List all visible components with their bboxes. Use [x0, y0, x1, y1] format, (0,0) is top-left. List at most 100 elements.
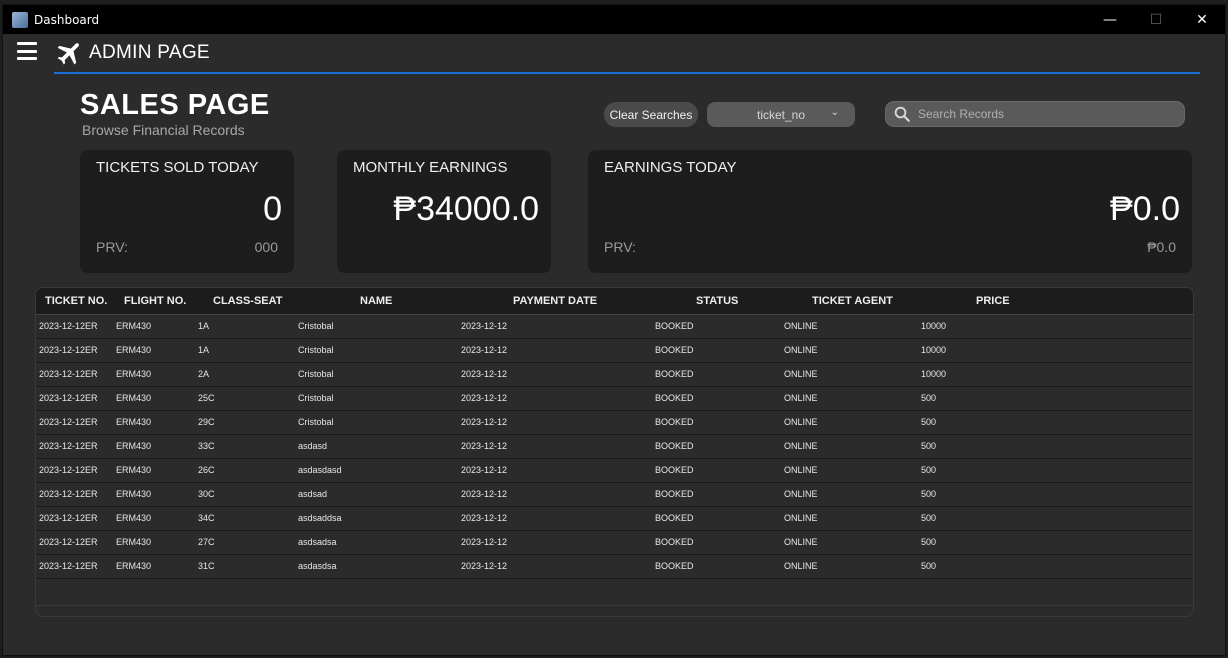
search-filter-select[interactable]: ticket_no ⌄ — [707, 102, 855, 127]
cell-class-seat: 27C — [198, 537, 215, 547]
search-box[interactable] — [885, 101, 1185, 127]
cell-class-seat: 31C — [198, 561, 215, 571]
tickets-sold-card: TICKETS SOLD TODAY 0 PRV: 000 — [80, 150, 294, 273]
column-header-class-seat[interactable]: CLASS-SEAT — [213, 295, 282, 307]
cell-flight-no: ERM430 — [116, 513, 152, 523]
column-header-name[interactable]: NAME — [360, 295, 392, 307]
cell-payment-date: 2023-12-12 — [461, 417, 508, 427]
earnings-today-card: EARNINGS TODAY ₱0.0 PRV: ₱0.0 — [588, 150, 1192, 273]
table-row[interactable]: 2023-12-12ER ERM430 25C Cristobal 2023-12-12… — [36, 387, 1193, 411]
cell-price: 500 — [921, 441, 937, 451]
table-row[interactable]: 2023-12-12ER ERM430 33C asdasd 2023-12-12 BOO… — [36, 435, 1193, 459]
cell-payment-date: 2023-12-12 — [461, 489, 508, 499]
cell-ticket-no: 2023-12-12ER — [39, 513, 98, 523]
cell-status: BOOKED — [655, 441, 694, 451]
table-row[interactable]: 2023-12-12ER ERM430 29C Cristobal 2023-12-12… — [36, 411, 1193, 435]
cell-ticket-no: 2023-12-12ER — [39, 489, 98, 499]
card-prv-label: PRV: — [96, 239, 128, 255]
table-row[interactable]: 2023-12-12ER ERM430 30C asdsad 2023-12-12 BOO… — [36, 483, 1193, 507]
cell-price: 500 — [921, 465, 937, 475]
cell-name: asdasd — [298, 441, 328, 451]
cell-flight-no: ERM430 — [116, 441, 152, 451]
search-icon — [894, 106, 910, 122]
clear-searches-button[interactable]: Clear Searches — [604, 102, 698, 127]
cell-ticket-agent: ONLINE — [784, 321, 818, 331]
cell-name: asdsaddsa — [298, 513, 342, 523]
cell-name: Cristobal — [298, 417, 334, 427]
cell-payment-date: 2023-12-12 — [461, 561, 508, 571]
cell-ticket-agent: ONLINE — [784, 513, 818, 523]
card-title: MONTHLY EARNINGS — [353, 159, 508, 176]
cell-class-seat: 26C — [198, 465, 215, 475]
card-prv-value: ₱0.0 — [1147, 239, 1176, 255]
page-subtitle: Browse Financial Records — [82, 122, 245, 138]
column-header-status[interactable]: STATUS — [696, 295, 738, 307]
cell-flight-no: ERM430 — [116, 417, 152, 427]
cell-status: BOOKED — [655, 321, 694, 331]
cell-price: 500 — [921, 417, 937, 427]
card-prv-value: 000 — [254, 239, 278, 255]
dashboard-window: Dashboard — ☐ ✕ ADMIN PAGE SALES PAGE Br… — [2, 4, 1226, 656]
table-row[interactable]: 2023-12-12ER ERM430 1A Cristobal 2023-12-12 B… — [36, 339, 1193, 363]
table-scroll-track — [36, 605, 1193, 606]
cell-flight-no: ERM430 — [116, 561, 152, 571]
maximize-button[interactable]: ☐ — [1133, 5, 1179, 34]
column-header-payment-date[interactable]: PAYMENT DATE — [513, 295, 597, 307]
cell-ticket-no: 2023-12-12ER — [39, 345, 98, 355]
search-input[interactable] — [916, 106, 1170, 122]
table-row[interactable]: 2023-12-12ER ERM430 31C asdasdsa 2023-12-12 B… — [36, 555, 1193, 579]
cell-name: asdasdsa — [298, 561, 337, 571]
table-row[interactable]: 2023-12-12ER ERM430 27C asdsadsa 2023-12-12 B… — [36, 531, 1193, 555]
cell-ticket-agent: ONLINE — [784, 345, 818, 355]
cell-ticket-agent: ONLINE — [784, 417, 818, 427]
close-button[interactable]: ✕ — [1179, 5, 1225, 34]
table-row[interactable]: 2023-12-12ER ERM430 26C asdasdasd 2023-12-12… — [36, 459, 1193, 483]
chevron-down-icon: ⌄ — [830, 107, 839, 118]
cell-ticket-agent: ONLINE — [784, 489, 818, 499]
cell-status: BOOKED — [655, 345, 694, 355]
cell-status: BOOKED — [655, 513, 694, 523]
sales-table: TICKET NO. FLIGHT NO. CLASS-SEAT NAME PA… — [35, 287, 1194, 617]
cell-payment-date: 2023-12-12 — [461, 537, 508, 547]
table-row[interactable]: 2023-12-12ER ERM430 2A Cristobal 2023-12-12 B… — [36, 363, 1193, 387]
cell-price: 500 — [921, 513, 937, 523]
cell-class-seat: 33C — [198, 441, 215, 451]
admin-title: ADMIN PAGE — [89, 42, 210, 63]
cell-price: 500 — [921, 537, 937, 547]
column-header-ticket-agent[interactable]: TICKET AGENT — [812, 295, 893, 307]
cell-ticket-no: 2023-12-12ER — [39, 321, 98, 331]
cell-status: BOOKED — [655, 465, 694, 475]
cell-class-seat: 2A — [198, 369, 210, 379]
window-controls: — ☐ ✕ — [1087, 5, 1225, 34]
cell-payment-date: 2023-12-12 — [461, 465, 508, 475]
cell-class-seat: 1A — [198, 321, 210, 331]
cell-flight-no: ERM430 — [116, 465, 152, 475]
cell-price: 500 — [921, 393, 937, 403]
cell-class-seat: 34C — [198, 513, 215, 523]
window-title: Dashboard — [34, 12, 100, 27]
card-value: ₱34000.0 — [393, 190, 539, 228]
menu-icon[interactable] — [17, 42, 37, 60]
cell-name: asdsad — [298, 489, 328, 499]
column-header-ticket-no[interactable]: TICKET NO. — [45, 295, 107, 307]
column-header-flight-no[interactable]: FLIGHT NO. — [124, 295, 186, 307]
cell-ticket-no: 2023-12-12ER — [39, 393, 98, 403]
cell-name: asdsadsa — [298, 537, 337, 547]
cell-payment-date: 2023-12-12 — [461, 369, 508, 379]
minimize-button[interactable]: — — [1087, 5, 1133, 34]
table-row[interactable]: 2023-12-12ER ERM430 34C asdsaddsa 2023-12-12… — [36, 507, 1193, 531]
cell-ticket-agent: ONLINE — [784, 369, 818, 379]
cell-name: asdasdasd — [298, 465, 342, 475]
cell-class-seat: 25C — [198, 393, 215, 403]
cell-ticket-agent: ONLINE — [784, 441, 818, 451]
column-header-price[interactable]: PRICE — [976, 295, 1010, 307]
card-value: ₱0.0 — [1110, 190, 1180, 228]
cell-flight-no: ERM430 — [116, 369, 152, 379]
page-title: SALES PAGE — [80, 89, 270, 121]
table-body: 2023-12-12ER ERM430 1A Cristobal 2023-12-12 B… — [36, 315, 1193, 579]
table-row[interactable]: 2023-12-12ER ERM430 1A Cristobal 2023-12-12 B… — [36, 315, 1193, 339]
cell-price: 10000 — [921, 369, 947, 379]
cell-payment-date: 2023-12-12 — [461, 441, 508, 451]
cell-ticket-agent: ONLINE — [784, 561, 818, 571]
cell-ticket-agent: ONLINE — [784, 537, 818, 547]
